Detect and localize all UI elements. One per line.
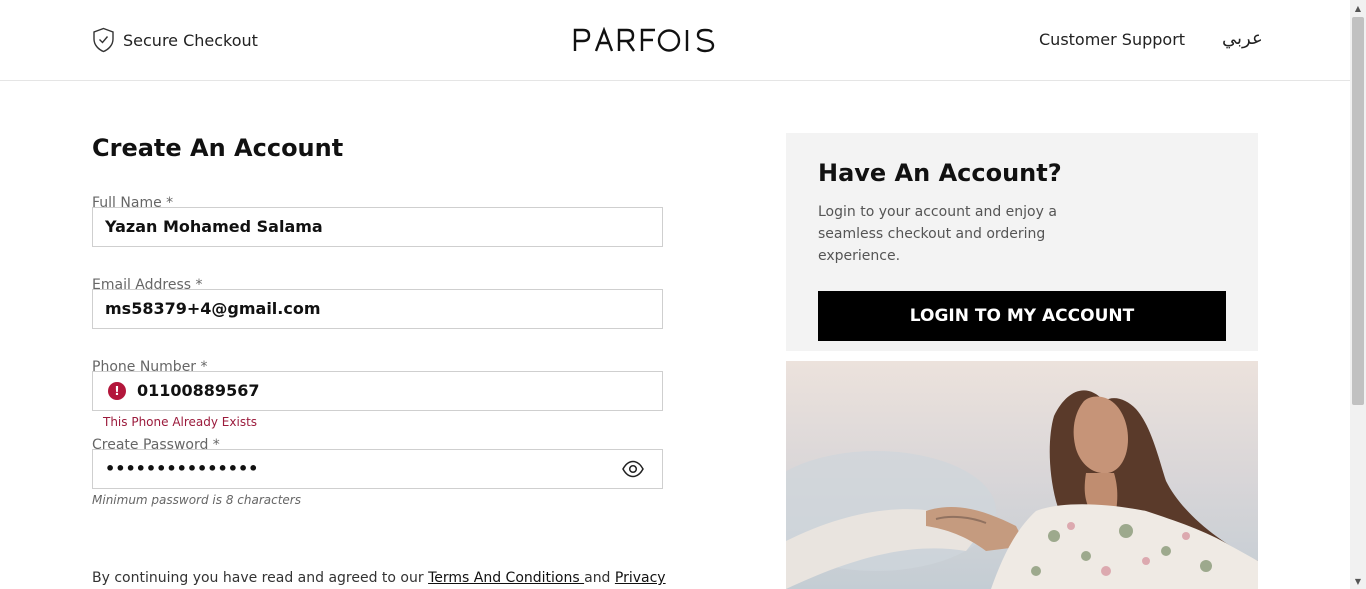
password-field: Create Password * ••••••••••••••• Minimu… [92, 435, 663, 507]
phone-value: 01100889567 [137, 381, 260, 400]
password-hint: Minimum password is 8 characters [92, 493, 301, 507]
language-switch-arabic[interactable]: عربي [1222, 28, 1263, 49]
header: Secure Checkout Customer Support عربي [0, 0, 1350, 81]
email-input[interactable]: ms58379+4@gmail.com [92, 289, 663, 329]
full-name-input[interactable]: Yazan Mohamed Salama [92, 207, 663, 247]
eye-icon[interactable] [622, 460, 644, 478]
customer-support-link[interactable]: Customer Support [1039, 30, 1185, 49]
login-button[interactable]: LOGIN TO MY ACCOUNT [818, 291, 1226, 341]
create-account-form: Create An Account Full Name * Yazan Moha… [92, 134, 663, 535]
terms-link[interactable]: Terms And Conditions [428, 570, 584, 586]
parfois-logo[interactable] [572, 27, 717, 53]
phone-error-message: This Phone Already Exists [103, 415, 258, 429]
model-photo [786, 361, 1258, 589]
phone-field: Phone Number * ! 01100889567 This Phone … [92, 357, 663, 431]
page-title: Create An Account [92, 134, 344, 162]
secure-checkout-label: Secure Checkout [123, 30, 258, 50]
phone-input[interactable]: ! 01100889567 [92, 371, 663, 411]
terms-text: By continuing you have read and agreed t… [92, 570, 666, 586]
shield-check-icon [93, 27, 114, 53]
scroll-thumb[interactable] [1352, 17, 1364, 405]
password-value: ••••••••••••••• [105, 459, 259, 478]
terms-prefix: By continuing you have read and agreed t… [92, 570, 429, 586]
promo-image [786, 361, 1258, 589]
email-value: ms58379+4@gmail.com [105, 299, 321, 318]
have-account-panel: Have An Account? Login to your account a… [786, 133, 1258, 351]
have-account-description: Login to your account and enjoy a seamle… [818, 204, 1057, 264]
privacy-link[interactable]: Privacy [615, 570, 666, 586]
page-scrollbar[interactable]: ▲ ▼ [1350, 0, 1366, 589]
full-name-field: Full Name * Yazan Mohamed Salama [92, 193, 663, 247]
scroll-up-arrow-icon[interactable]: ▲ [1350, 0, 1366, 16]
terms-middle: and [584, 570, 615, 586]
secure-checkout: Secure Checkout [92, 27, 258, 53]
scroll-down-arrow-icon[interactable]: ▼ [1350, 573, 1366, 589]
password-input[interactable]: ••••••••••••••• [92, 449, 663, 489]
error-icon: ! [108, 382, 126, 400]
email-field: Email Address * ms58379+4@gmail.com [92, 275, 663, 329]
full-name-value: Yazan Mohamed Salama [105, 217, 323, 236]
have-account-title: Have An Account? [818, 159, 1062, 187]
